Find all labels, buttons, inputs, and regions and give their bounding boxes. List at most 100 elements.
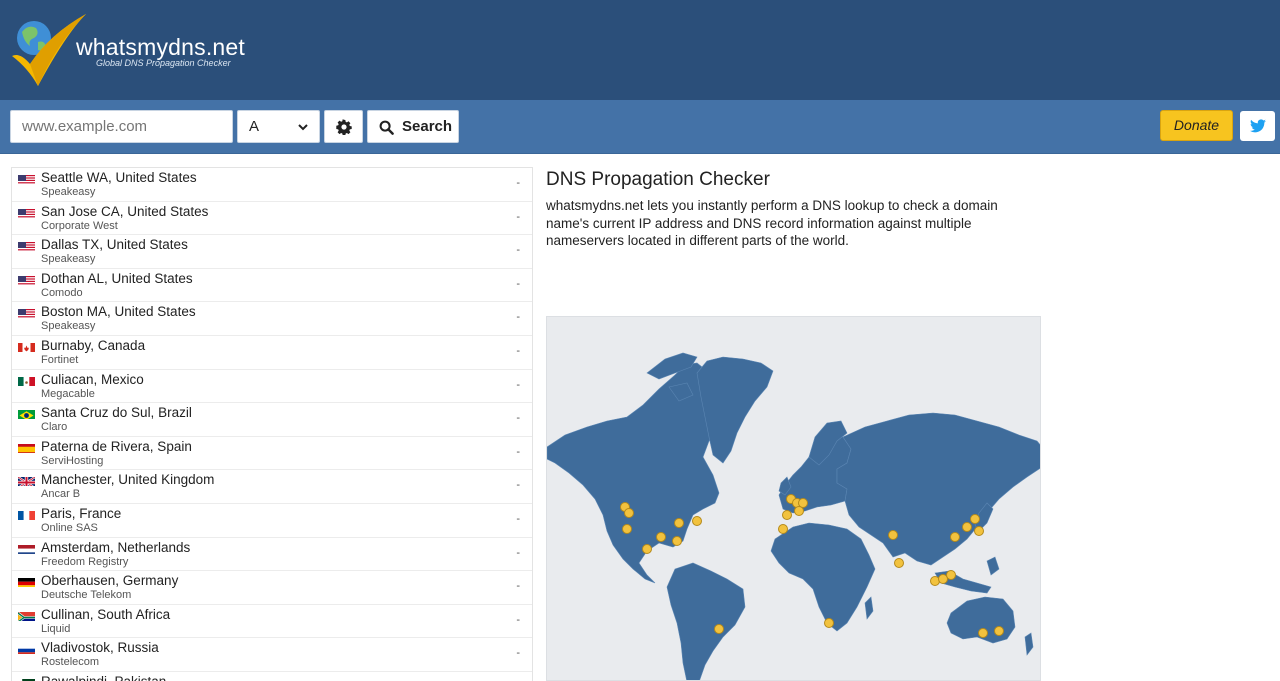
lookup-result: -: [516, 412, 520, 425]
flag-ru-icon: [18, 643, 35, 655]
search-button[interactable]: Search: [367, 110, 459, 143]
server-provider: Fortinet: [41, 353, 79, 366]
landmasses: [547, 352, 1040, 680]
flag-us-icon: [18, 240, 35, 252]
greenland-land: [696, 356, 774, 464]
map-marker: [962, 522, 972, 532]
flag-mx-icon: [18, 375, 35, 386]
site-tagline: Global DNS Propagation Checker: [96, 58, 231, 68]
result-row[interactable]: Dothan AL, United States Comodo -: [12, 269, 532, 303]
flag-us-icon: [18, 274, 35, 285]
map-marker: [642, 544, 652, 554]
lookup-result: -: [516, 311, 520, 324]
server-provider: Deutsche Telekom: [41, 589, 132, 602]
lookup-result: -: [516, 210, 520, 223]
world-map[interactable]: [546, 316, 1041, 681]
server-provider: Megacable: [41, 387, 95, 400]
domain-input[interactable]: [10, 110, 233, 143]
site-name[interactable]: whatsmydns.net: [76, 34, 245, 61]
map-marker: [782, 510, 792, 520]
lookup-toolbar: A Search Donate: [0, 100, 1280, 154]
madagascar-land: [864, 596, 874, 620]
twitter-icon: [1250, 119, 1266, 133]
server-provider: Ancar B: [41, 488, 81, 501]
map-marker: [624, 508, 634, 518]
server-provider: Liquid: [41, 622, 71, 635]
result-row[interactable]: Burnaby, Canada Fortinet -: [12, 336, 532, 370]
settings-button[interactable]: [324, 110, 363, 143]
server-provider: Freedom Registry: [41, 555, 129, 568]
server-provider: Speakeasy: [41, 320, 96, 333]
server-location: Burnaby, Canada: [41, 337, 146, 353]
flag-za-icon: [18, 610, 35, 621]
flag-gb-icon: [18, 475, 35, 487]
lookup-result: -: [516, 613, 520, 626]
map-marker: [656, 532, 666, 542]
flag-us-icon: [18, 173, 35, 184]
flag-pk-icon: [18, 677, 35, 681]
lookup-result: -: [516, 479, 520, 492]
world-map-svg: [547, 352, 1040, 680]
map-marker: [692, 516, 702, 526]
result-row[interactable]: Paterna de Rivera, Spain ServiHosting -: [12, 437, 532, 471]
result-row[interactable]: Santa Cruz do Sul, Brazil Claro -: [12, 403, 532, 437]
server-location: Boston MA, United States: [41, 304, 196, 320]
server-location: San Jose CA, United States: [41, 203, 209, 219]
record-type-select[interactable]: A: [237, 110, 320, 143]
map-marker: [622, 524, 632, 534]
africa-land: [770, 522, 876, 632]
map-marker: [824, 618, 834, 628]
server-provider: Speakeasy: [41, 186, 96, 198]
result-row[interactable]: Boston MA, United States Speakeasy -: [12, 302, 532, 336]
twitter-button[interactable]: [1240, 111, 1275, 141]
result-row[interactable]: Culiacan, Mexico Megacable -: [12, 370, 532, 404]
server-provider: Rostelecom: [41, 656, 100, 669]
result-row[interactable]: Manchester, United Kingdom Ancar B -: [12, 470, 532, 504]
result-row[interactable]: Paris, France Online SAS -: [12, 504, 532, 538]
result-row[interactable]: Oberhausen, Germany Deutsche Telekom -: [12, 571, 532, 605]
server-location: Rawalpindi, Pakistan: [41, 674, 166, 681]
lookup-result: -: [516, 344, 520, 357]
result-row[interactable]: Amsterdam, Netherlands Freedom Registry -: [12, 538, 532, 572]
result-row[interactable]: Vladivostok, Russia Rostelecom -: [12, 638, 532, 672]
map-marker: [950, 532, 960, 542]
server-provider: Online SAS: [41, 521, 98, 534]
flag-us-icon: [18, 207, 35, 218]
server-location: Santa Cruz do Sul, Brazil: [41, 405, 192, 421]
result-row[interactable]: Dallas TX, United States Speakeasy -: [12, 235, 532, 269]
server-provider: ServiHosting: [41, 454, 104, 467]
server-provider: Speakeasy: [41, 253, 96, 266]
flag-es-icon: [18, 442, 35, 453]
map-marker: [794, 506, 804, 516]
result-row[interactable]: Cullinan, South Africa Liquid -: [12, 605, 532, 639]
result-row[interactable]: Seattle WA, United States Speakeasy -: [12, 168, 532, 202]
lookup-result: -: [516, 647, 520, 660]
new-zealand-land: [1024, 632, 1034, 656]
search-icon: [379, 120, 394, 135]
record-type-value: A: [249, 118, 260, 135]
site-header: whatsmydns.net Global DNS Propagation Ch…: [0, 0, 1280, 100]
search-button-label: Search: [402, 118, 453, 135]
map-marker: [714, 624, 724, 634]
flag-de-icon: [18, 576, 35, 588]
server-location: Manchester, United Kingdom: [41, 472, 215, 488]
lookup-result: -: [516, 512, 520, 525]
lookup-result: -: [516, 580, 520, 593]
server-location: Vladivostok, Russia: [41, 640, 159, 656]
map-marker: [946, 570, 956, 580]
results-list: Seattle WA, United States Speakeasy - San J…: [11, 167, 533, 681]
server-location: Culiacan, Mexico: [41, 371, 144, 387]
flag-us-icon: [18, 307, 35, 319]
flag-br-icon: [18, 408, 35, 420]
lookup-result: -: [516, 378, 520, 391]
server-location: Paterna de Rivera, Spain: [41, 438, 192, 454]
result-row[interactable]: Rawalpindi, Pakistan: [12, 672, 532, 681]
map-marker: [672, 536, 682, 546]
map-marker: [974, 526, 984, 536]
server-location: Cullinan, South Africa: [41, 606, 171, 622]
donate-button[interactable]: Donate: [1160, 110, 1233, 141]
result-row[interactable]: San Jose CA, United States Corporate West…: [12, 202, 532, 236]
map-marker: [674, 518, 684, 528]
lookup-result: -: [516, 445, 520, 458]
south-america-land: [666, 562, 746, 680]
